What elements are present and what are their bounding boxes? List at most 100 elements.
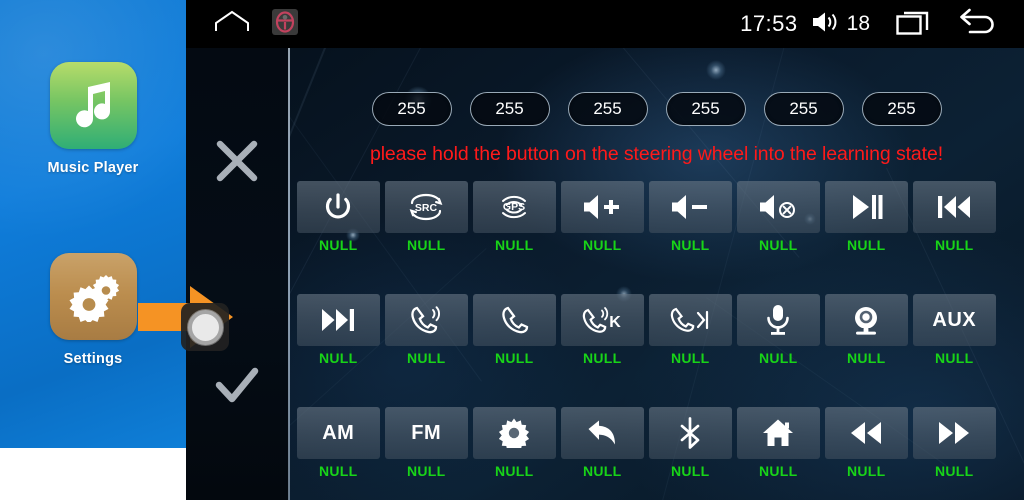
hang-up-skip-button[interactable] — [649, 294, 732, 346]
next-track-icon — [320, 307, 356, 333]
key-label: NULL — [318, 237, 358, 253]
back-icon — [587, 419, 617, 447]
rewind-icon — [849, 420, 883, 446]
key-cell-back: NULL — [561, 407, 644, 479]
value-chip[interactable]: 255 — [665, 92, 746, 126]
rewind-button[interactable] — [825, 407, 908, 459]
microphone-button[interactable] — [737, 294, 820, 346]
fast-forward-icon — [937, 420, 971, 446]
key-label: NULL — [670, 350, 710, 366]
svg-text:K: K — [609, 314, 621, 331]
key-label: NULL — [318, 463, 358, 479]
home-button[interactable] — [737, 407, 820, 459]
app-label-music-player: Music Player — [47, 160, 139, 176]
next-track-button[interactable] — [297, 294, 380, 346]
confirm-button[interactable] — [214, 365, 260, 412]
recent-apps-icon[interactable] — [896, 8, 932, 41]
key-label: NULL — [758, 463, 798, 479]
key-label: NULL — [934, 350, 974, 366]
volume-down-button[interactable] — [649, 181, 732, 233]
steering-wheel-icon[interactable] — [272, 8, 298, 40]
key-cell-bluetooth: NULL — [649, 407, 732, 479]
key-label: NULL — [494, 237, 534, 253]
gears-icon[interactable] — [49, 253, 137, 340]
key-row: NULL NULL NULL K NULL NULL NULL NULL AUX… — [297, 294, 1024, 366]
bluetooth-icon — [679, 417, 701, 449]
key-label: NULL — [318, 350, 358, 366]
status-bar-right: 17:53 18 — [740, 8, 1024, 41]
key-cell-rewind: NULL — [825, 407, 908, 479]
key-cell-microphone: NULL — [737, 294, 820, 366]
am-button[interactable]: AM — [297, 407, 380, 459]
answer-call-icon — [409, 305, 443, 335]
key-label: NULL — [670, 463, 710, 479]
previous-track-button[interactable] — [913, 181, 996, 233]
mute-button[interactable] — [737, 181, 820, 233]
call-k-button[interactable]: K — [561, 294, 644, 346]
value-chip[interactable]: 255 — [567, 92, 648, 126]
key-row: AM NULL FM NULL NULL NULL NULL NULL NULL… — [297, 407, 1024, 479]
close-x-icon[interactable] — [215, 140, 259, 187]
answer-call-button[interactable] — [385, 294, 468, 346]
key-cell-mute: NULL — [737, 181, 820, 253]
gps-button[interactable]: GPS — [473, 181, 556, 233]
key-cell-hang-up-skip: NULL — [649, 294, 732, 366]
key-label: NULL — [494, 463, 534, 479]
play-pause-button[interactable] — [825, 181, 908, 233]
volume-mute-icon — [758, 193, 798, 221]
head-unit-screen: 17:53 18 255 255 255 255 255 255 please … — [186, 0, 1024, 500]
checkmark-icon[interactable] — [214, 367, 260, 411]
brightness-icon — [499, 418, 530, 448]
power-button[interactable] — [297, 181, 380, 233]
value-chip[interactable]: 255 — [371, 92, 452, 126]
hang-up-button[interactable] — [473, 294, 556, 346]
music-note-icon[interactable] — [49, 62, 137, 149]
call-k-icon: K — [581, 305, 623, 335]
fm-button[interactable]: FM — [385, 407, 468, 459]
camera-button[interactable] — [825, 294, 908, 346]
steering-wheel-key-grid: NULL SRC NULL GPS NULL NULL NULL NULL NU… — [297, 181, 1024, 500]
warning-message: please hold the button on the steering w… — [369, 143, 944, 165]
hang-up-icon — [499, 305, 529, 335]
fast-forward-button[interactable] — [913, 407, 996, 459]
touch-cursor-icon[interactable] — [181, 303, 229, 351]
home-outline-icon[interactable] — [214, 10, 250, 39]
app-label-settings: Settings — [63, 351, 123, 367]
power-icon — [323, 192, 353, 222]
bluetooth-button[interactable] — [649, 407, 732, 459]
key-cell-src: SRC NULL — [385, 181, 468, 253]
aux-button[interactable]: AUX — [913, 294, 996, 346]
value-chip[interactable]: 255 — [469, 92, 550, 126]
volume-up-button[interactable] — [561, 181, 644, 233]
key-cell-play-pause: NULL — [825, 181, 908, 253]
key-cell-aux: AUX NULL — [913, 294, 996, 366]
key-label: NULL — [934, 463, 974, 479]
value-chip[interactable]: 255 — [763, 92, 844, 126]
status-bar-left — [186, 8, 298, 40]
key-label: NULL — [582, 463, 622, 479]
cancel-button[interactable] — [215, 139, 259, 188]
src-button[interactable]: SRC — [385, 181, 468, 233]
key-label: NULL — [846, 350, 886, 366]
value-chip-row: 255 255 255 255 255 255 — [289, 92, 1024, 126]
app-tile-music-player[interactable]: Music Player — [0, 62, 186, 176]
back-button[interactable] — [561, 407, 644, 459]
play-pause-icon — [849, 193, 883, 221]
brightness-button[interactable] — [473, 407, 556, 459]
back-arrow-icon[interactable] — [958, 8, 996, 41]
key-cell-brightness: NULL — [473, 407, 556, 479]
value-chip[interactable]: 255 — [861, 92, 942, 126]
key-label: NULL — [494, 350, 534, 366]
side-gutter — [186, 48, 289, 500]
status-bar: 17:53 18 — [186, 0, 1024, 48]
svg-text:GPS: GPS — [503, 201, 525, 213]
volume-up-icon — [582, 193, 622, 221]
key-cell-next: NULL — [297, 294, 380, 366]
volume-down-icon — [670, 193, 710, 221]
key-label: NULL — [670, 237, 710, 253]
key-label: NULL — [406, 350, 446, 366]
key-label: NULL — [758, 237, 798, 253]
key-cell-fast-forward: NULL — [913, 407, 996, 479]
microphone-icon — [765, 304, 791, 336]
key-label: NULL — [406, 237, 446, 253]
